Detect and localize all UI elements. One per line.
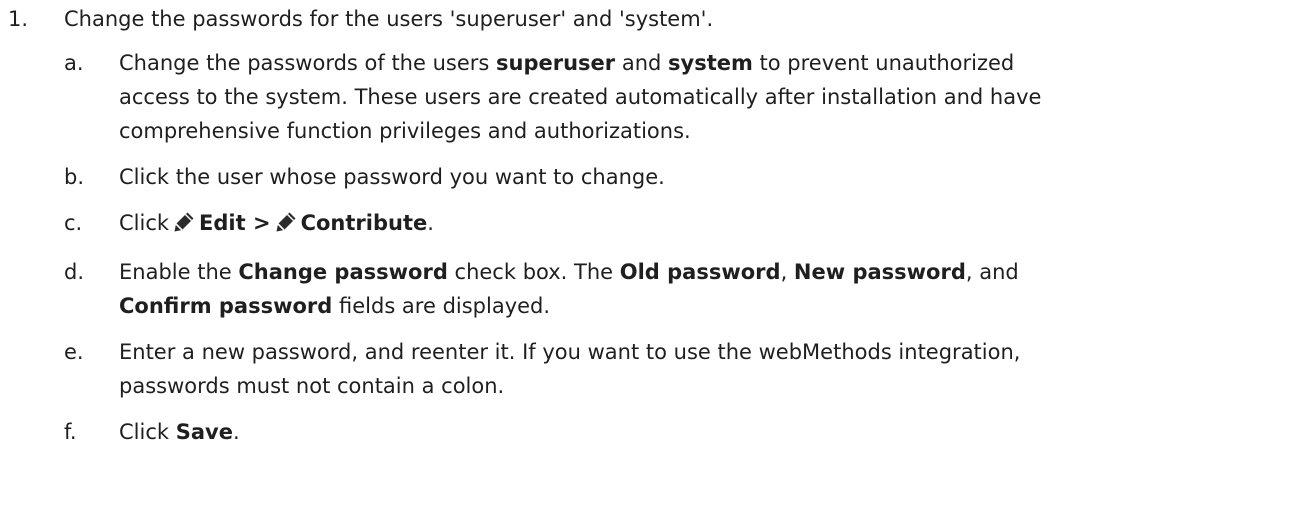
bold-term: Contribute <box>300 211 428 235</box>
substep-letter: a. <box>64 51 84 75</box>
pencil-icon <box>173 209 195 243</box>
substep-a: a. Change the passwords of the users sup… <box>0 46 1306 148</box>
substep-line: Change the passwords of the users superu… <box>119 46 1299 80</box>
bold-term: Edit > <box>199 211 271 235</box>
substep-line: Click the user whose password you want t… <box>119 165 665 189</box>
substep-c: c. Click Edit > Contribute. <box>0 206 1306 243</box>
step-number: 1. <box>8 7 29 31</box>
text: . <box>232 420 240 444</box>
substep-letter: d. <box>64 260 85 284</box>
substep-body: Enter a new password, and reenter it. If… <box>119 335 1299 403</box>
bold-term: Confirm password <box>119 294 333 318</box>
substep-line: Enter a new password, and reenter it. If… <box>119 340 1021 364</box>
text: Click <box>119 420 176 444</box>
pencil-icon <box>275 209 297 243</box>
text: . <box>427 211 434 235</box>
substep-line: Enable the Change password check box. Th… <box>119 255 1299 289</box>
substep-e: e. Enter a new password, and reenter it.… <box>0 335 1306 403</box>
text: to prevent unauthorized <box>752 51 1015 75</box>
substep-body: Click the user whose password you want t… <box>119 160 1299 194</box>
substep-list: a. Change the passwords of the users sup… <box>0 46 1306 461</box>
substep-body: Enable the Change password check box. Th… <box>119 255 1299 323</box>
substep-b: b. Click the user whose password you wan… <box>0 160 1306 194</box>
text: check box. The <box>447 260 620 284</box>
substep-line: Click Save. <box>119 415 1299 449</box>
text: Click <box>119 211 170 235</box>
text: fields are displayed. <box>332 294 551 318</box>
bold-term: Old password <box>619 260 781 284</box>
substep-f: f. Click Save. <box>0 415 1306 449</box>
text: , and <box>965 260 1019 284</box>
text: Enable the <box>119 260 239 284</box>
substep-letter: b. <box>64 165 85 189</box>
substep-letter: f. <box>64 420 77 444</box>
text: Change the passwords of the users <box>119 51 497 75</box>
bold-term: system <box>668 51 753 75</box>
bold-term: New password <box>793 260 966 284</box>
text: and <box>615 51 669 75</box>
step-title: Change the passwords for the users 'supe… <box>64 7 714 31</box>
substep-letter: e. <box>64 340 84 364</box>
substep-body: Click Save. <box>119 415 1299 449</box>
substep-line: comprehensive function privileges and au… <box>119 119 691 143</box>
substep-letter: c. <box>64 211 83 235</box>
substep-body: Click Edit > Contribute. <box>119 206 1299 243</box>
substep-line: access to the system. These users are cr… <box>119 85 1042 109</box>
substep-line: Click Edit > Contribute. <box>119 206 1299 243</box>
bold-term: Change password <box>238 260 448 284</box>
substep-line: passwords must not contain a colon. <box>119 374 505 398</box>
substep-line: Confirm password fields are displayed. <box>119 289 1299 323</box>
bold-term: Save <box>175 420 233 444</box>
substep-body: Change the passwords of the users superu… <box>119 46 1299 148</box>
substep-d: d. Enable the Change password check box.… <box>0 255 1306 323</box>
text: , <box>780 260 794 284</box>
bold-term: superuser <box>496 51 616 75</box>
